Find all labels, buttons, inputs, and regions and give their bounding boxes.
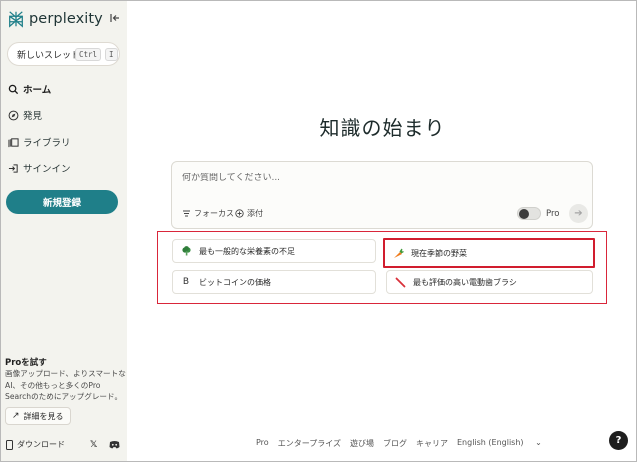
- arrow-right-icon: ➔: [574, 208, 583, 219]
- suggestion-label: 現在季節の野菜: [411, 248, 467, 258]
- suggestion-bitcoin-price[interactable]: B ビットコインの価格: [172, 270, 376, 294]
- sidebar-item-library[interactable]: ライブラリ: [8, 134, 71, 150]
- compass-icon: [8, 110, 19, 120]
- signin-icon: [8, 163, 18, 173]
- download-label: ダウンロード: [17, 440, 65, 449]
- pro-promo-title: Proを試す: [5, 358, 47, 368]
- broccoli-icon: [179, 244, 193, 258]
- shortcut-i-key: I: [105, 48, 118, 61]
- carrot-icon: [391, 246, 405, 260]
- sidebar: perplexity 新しいスレッド Ctrl I ホーム 発見 ライブラリ サ…: [1, 1, 127, 461]
- pro-promo-description: 画像アップロード、よりスマートなAI、その他もっと多くのPro Searchのた…: [5, 369, 126, 401]
- footer-link-careers[interactable]: キャリア: [416, 438, 448, 449]
- chevron-down-icon: ⌄: [535, 438, 542, 447]
- sidebar-item-signin[interactable]: サインイン: [8, 160, 71, 176]
- page-title: 知識の始まり: [319, 116, 446, 140]
- footer-links: Pro エンタープライズ 遊び場 ブログ キャリア English (Engli…: [256, 438, 560, 449]
- filter-lines-icon: [183, 210, 190, 217]
- plus-circle-icon: [235, 209, 244, 218]
- submit-button[interactable]: ➔: [569, 204, 588, 223]
- bitcoin-icon: B: [182, 277, 190, 287]
- collapse-sidebar-icon[interactable]: [109, 12, 121, 24]
- language-label: English (English): [456, 438, 524, 447]
- shortcut-ctrl-key: Ctrl: [75, 48, 102, 61]
- suggestion-label: 最も評価の高い電動歯ブラシ: [413, 277, 517, 287]
- logo[interactable]: perplexity: [7, 9, 103, 29]
- sidebar-item-label: 発見: [23, 111, 43, 122]
- footer-link-pro[interactable]: Pro: [256, 438, 269, 449]
- perplexity-logo-icon: [9, 11, 23, 28]
- discord-icon[interactable]: [109, 440, 120, 449]
- pro-toggle[interactable]: [517, 207, 541, 220]
- sidebar-item-home[interactable]: ホーム: [8, 81, 51, 97]
- attach-button[interactable]: 添付: [235, 208, 263, 219]
- search-box: フォーカス 添付 Pro ➔: [171, 161, 593, 229]
- footer-link-blog[interactable]: ブログ: [383, 438, 407, 449]
- suggestion-seasonal-vegetables[interactable]: 現在季節の野菜: [383, 238, 595, 268]
- pro-toggle-label: Pro: [546, 209, 560, 219]
- suggestion-label: 最も一般的な栄養素の不足: [199, 246, 295, 256]
- footer-link-enterprise[interactable]: エンタープライズ: [278, 438, 341, 449]
- focus-label: フォーカス: [194, 209, 234, 218]
- logo-text: perplexity: [29, 11, 103, 27]
- new-thread-label: 新しいスレッド: [17, 50, 81, 61]
- toggle-knob: [519, 209, 529, 219]
- attach-label: 添付: [247, 209, 263, 218]
- sidebar-item-label: ホーム: [23, 85, 52, 96]
- sidebar-item-label: サインイン: [23, 164, 71, 175]
- search-icon: [8, 84, 19, 94]
- help-button[interactable]: ?: [609, 431, 628, 450]
- search-input[interactable]: [182, 173, 562, 183]
- signup-button[interactable]: 新規登録: [6, 190, 118, 214]
- download-link[interactable]: ダウンロード: [5, 439, 65, 450]
- phone-icon: [6, 439, 13, 450]
- learn-more-button[interactable]: ↗ 詳細を見る: [5, 407, 71, 425]
- arrow-up-right-icon: ↗: [12, 411, 20, 421]
- footer-link-playground[interactable]: 遊び場: [350, 438, 374, 449]
- sidebar-item-label: ライブラリ: [23, 138, 71, 149]
- x-twitter-icon[interactable]: 𝕏: [90, 440, 97, 450]
- toothbrush-icon: [393, 275, 407, 289]
- suggestion-label: ビットコインの価格: [199, 277, 271, 287]
- footer-language-select[interactable]: English (English) ⌄: [457, 438, 551, 449]
- library-icon: [8, 137, 19, 147]
- suggestion-nutrient-deficiency[interactable]: 最も一般的な栄養素の不足: [172, 239, 376, 263]
- sidebar-item-discover[interactable]: 発見: [8, 107, 42, 123]
- new-thread-button[interactable]: 新しいスレッド Ctrl I: [7, 42, 120, 66]
- learn-more-label: 詳細を見る: [23, 411, 64, 421]
- focus-button[interactable]: フォーカス: [182, 208, 234, 219]
- suggestion-electric-toothbrush[interactable]: 最も評価の高い電動歯ブラシ: [386, 270, 593, 294]
